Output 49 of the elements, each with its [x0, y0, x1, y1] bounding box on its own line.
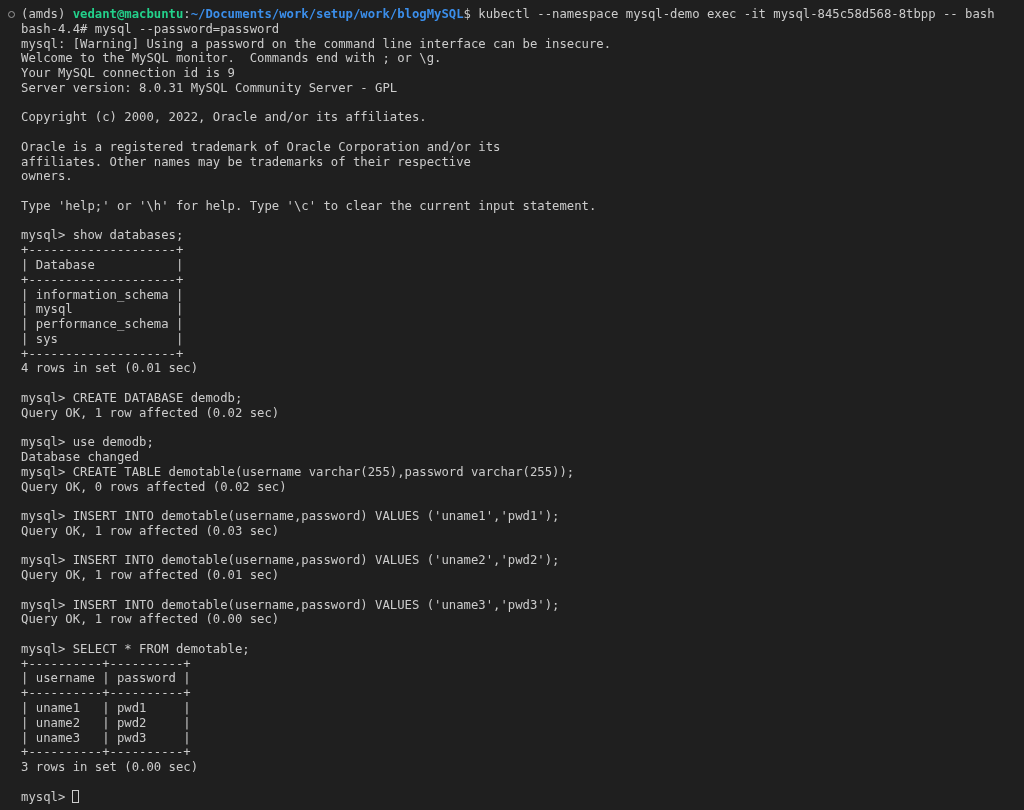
- terminal-line: | uname2 | pwd2 |: [21, 715, 191, 731]
- terminal-line: | Database |: [21, 258, 184, 273]
- terminal-line: mysql> use demodb;: [21, 435, 154, 450]
- terminal-line: Copyright (c) 2000, 2022, Oracle and/or its affiliates.: [21, 110, 427, 126]
- terminal-command: $ kubectl --namespace mysql-demo exec -it mysql-845c58d568-8tbpp -- bash: [463, 7, 995, 22]
- terminal-line: mysql: [Warning] Using a password on the command line interface can be insecure.: [21, 36, 611, 52]
- terminal-line: Your MySQL connection id is 9: [21, 66, 235, 81]
- terminal-line: mysql> INSERT INTO demotable(username,password) VALUES ('uname2','pwd2');: [21, 553, 560, 569]
- terminal-line: +--------------------+: [21, 272, 184, 288]
- terminal-line: Oracle is a registered trademark of Oracle Corporation and/or its: [21, 139, 501, 155]
- terminal-line: mysql> show databases;: [21, 228, 184, 244]
- terminal-line: +--------------------+: [21, 243, 184, 258]
- text-cursor: [72, 790, 80, 804]
- status-circle-icon: [8, 11, 15, 18]
- terminal-line: | information_schema |: [21, 287, 184, 303]
- mysql-prompt: mysql>: [21, 789, 66, 805]
- terminal-line: | performance_schema |: [21, 317, 184, 332]
- terminal-line: +--------------------+: [21, 346, 184, 362]
- terminal-line: | mysql |: [21, 302, 184, 318]
- terminal-line: Query OK, 1 row affected (0.00 sec): [21, 612, 280, 628]
- user-host: vedant@macbuntu: [72, 7, 184, 22]
- terminal-line: Query OK, 1 row affected (0.02 sec): [21, 405, 280, 421]
- terminal-line: Welcome to the MySQL monitor. Commands end with ; or \g.: [21, 51, 442, 67]
- terminal-line: mysql> SELECT * FROM demotable;: [21, 641, 250, 657]
- current-path: ~/Documents/work/setup/work/blogMySQL: [190, 7, 464, 22]
- terminal-line: owners.: [21, 169, 73, 185]
- terminal-line: 3 rows in set (0.00 sec): [21, 760, 198, 775]
- terminal-line: mysql> CREATE TABLE demotable(username varchar(255),password varchar(255));: [21, 464, 575, 480]
- terminal-line: mysql> INSERT INTO demotable(username,password) VALUES ('uname3','pwd3');: [21, 597, 560, 613]
- terminal-line: | uname3 | pwd3 |: [21, 730, 191, 746]
- env-name: (amds): [21, 7, 67, 22]
- terminal-line: Query OK, 1 row affected (0.01 sec): [21, 568, 280, 583]
- terminal-line: 4 rows in set (0.01 sec): [21, 361, 198, 377]
- terminal-line: +----------+----------+: [21, 686, 191, 701]
- terminal-line: +----------+----------+: [21, 656, 191, 672]
- terminal-line: Query OK, 1 row affected (0.03 sec): [21, 523, 280, 539]
- path-separator: :: [183, 7, 191, 22]
- terminal-line: Server version: 8.0.31 MySQL Community Server - GPL: [21, 80, 398, 96]
- terminal-line: | username | password |: [21, 671, 191, 687]
- terminal-line: | uname1 | pwd1 |: [21, 701, 191, 716]
- terminal-line: mysql> INSERT INTO demotable(username,password) VALUES ('uname1','pwd1');: [21, 509, 560, 524]
- terminal-line: Query OK, 0 rows affected (0.02 sec): [21, 479, 287, 495]
- terminal-line: +----------+----------+: [21, 745, 191, 761]
- terminal-line: Type 'help;' or '\h' for help. Type '\c' to clear the current input statement.: [21, 198, 597, 214]
- terminal-line: mysql> CREATE DATABASE demodb;: [21, 390, 243, 406]
- terminal-line: | sys |: [21, 331, 184, 347]
- terminal-line: affiliates. Other names may be trademarks of their respective: [21, 154, 471, 170]
- terminal-line: Database changed: [21, 449, 139, 465]
- terminal-line: bash-4.4# mysql --password=password: [21, 21, 280, 37]
